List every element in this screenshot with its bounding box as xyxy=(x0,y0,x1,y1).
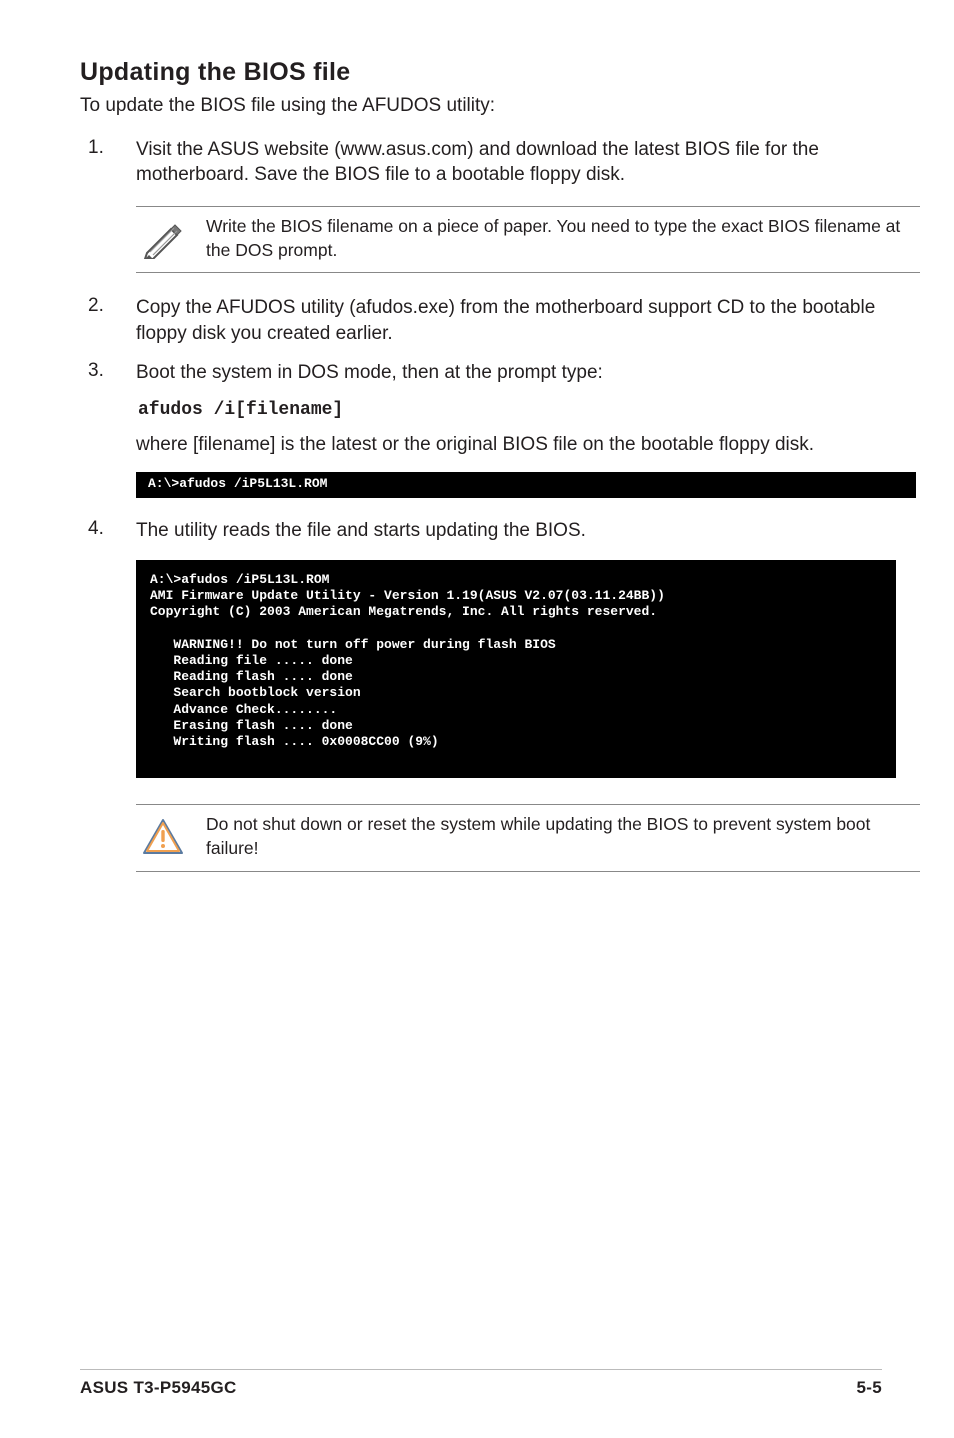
step-3: 3. Boot the system in DOS mode, then at … xyxy=(80,360,882,386)
warning-text: Do not shut down or reset the system whi… xyxy=(206,813,914,860)
terminal-output-2: A:\>afudos /iP5L13L.ROM AMI Firmware Upd… xyxy=(136,560,896,779)
step-number: 2. xyxy=(88,295,112,317)
step-2: 2. Copy the AFUDOS utility (afudos.exe) … xyxy=(80,295,882,346)
step-body: Visit the ASUS website (www.asus.com) an… xyxy=(136,137,882,188)
note-text: Write the BIOS filename on a piece of pa… xyxy=(206,215,914,262)
step-4: 4. The utility reads the file and starts… xyxy=(80,518,882,544)
inline-command: afudos /i[filename] xyxy=(138,400,882,420)
step-body: The utility reads the file and starts up… xyxy=(136,518,882,544)
note-pencil: Write the BIOS filename on a piece of pa… xyxy=(136,206,920,273)
warning-box: Do not shut down or reset the system whi… xyxy=(136,804,920,871)
section-heading: Updating the BIOS file xyxy=(80,58,882,87)
warning-icon xyxy=(140,818,186,856)
step-number: 1. xyxy=(88,137,112,159)
step-body: where [filename] is the latest or the or… xyxy=(136,432,882,458)
step-body: Boot the system in DOS mode, then at the… xyxy=(136,360,882,386)
step-number: 4. xyxy=(88,518,112,540)
step-body: Copy the AFUDOS utility (afudos.exe) fro… xyxy=(136,295,882,346)
pencil-icon xyxy=(140,219,186,259)
footer-page: 5-5 xyxy=(857,1378,882,1398)
intro-text: To update the BIOS file using the AFUDOS… xyxy=(80,93,882,119)
terminal-output-1: A:\>afudos /iP5L13L.ROM xyxy=(136,472,916,498)
footer-product: ASUS T3-P5945GC xyxy=(80,1378,237,1398)
page-footer: ASUS T3-P5945GC 5-5 xyxy=(80,1369,882,1398)
step-1: 1. Visit the ASUS website (www.asus.com)… xyxy=(80,137,882,188)
step-number: 3. xyxy=(88,360,112,382)
step-3-continued: where [filename] is the latest or the or… xyxy=(80,432,882,458)
